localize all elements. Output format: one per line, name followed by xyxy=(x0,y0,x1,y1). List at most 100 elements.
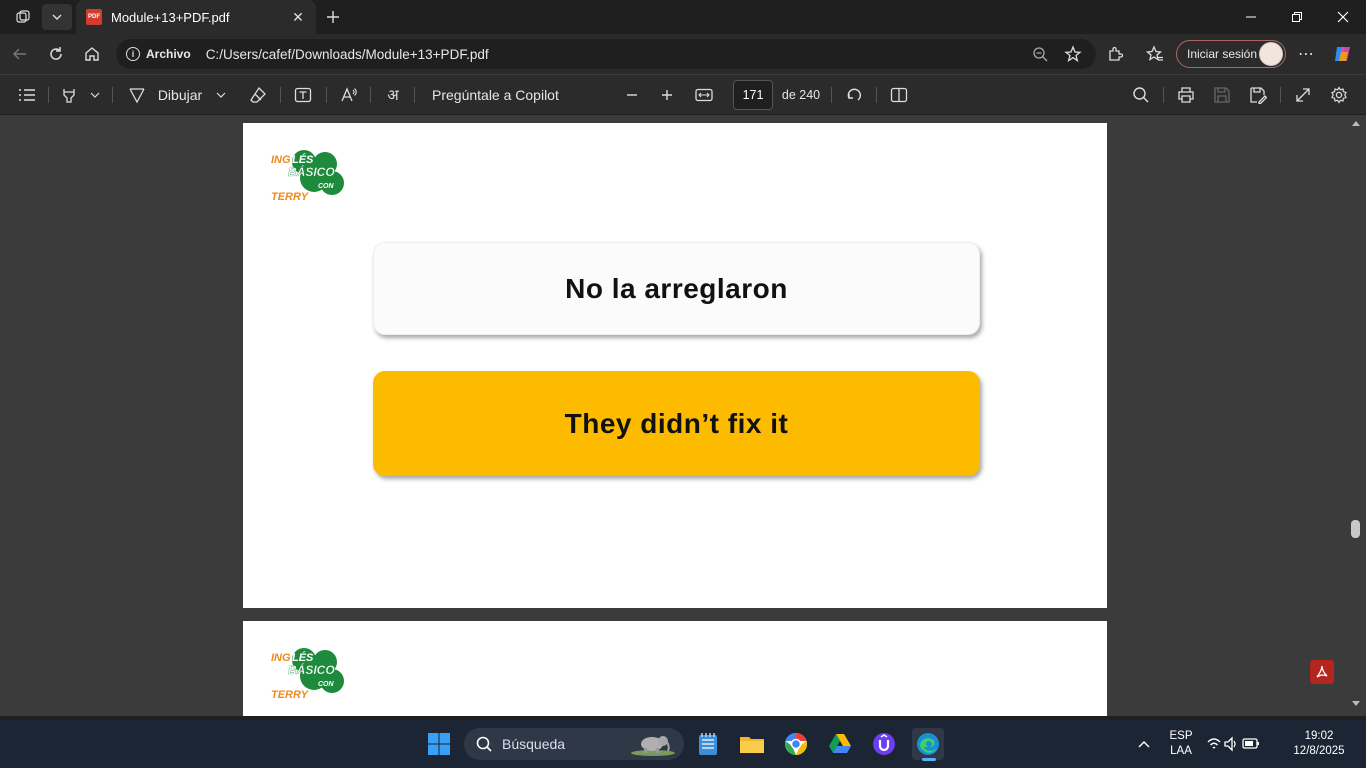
keyboard-layout: LAA xyxy=(1170,745,1192,757)
zoom-icon[interactable] xyxy=(1032,46,1048,67)
eraser-icon[interactable] xyxy=(246,81,270,109)
wifi-icon xyxy=(1207,738,1221,749)
show-hidden-icons-chevron-icon[interactable] xyxy=(1128,728,1160,760)
divider xyxy=(414,87,415,103)
draw-dropdown-chevron-icon[interactable] xyxy=(212,81,230,109)
divider xyxy=(112,87,113,103)
scroll-down-arrow-icon[interactable] xyxy=(1351,700,1361,708)
svg-text:BÁSICO: BÁSICO xyxy=(288,662,335,677)
url-text[interactable]: C:/Users/cafef/Downloads/Module+13+PDF.p… xyxy=(206,47,489,62)
microsoft-edge-icon[interactable] xyxy=(912,728,944,761)
save-icon[interactable] xyxy=(1209,81,1235,109)
google-chrome-icon[interactable] xyxy=(780,728,812,760)
favorite-star-icon[interactable] xyxy=(1064,45,1082,68)
more-menu-icon[interactable]: ⋯ xyxy=(1291,40,1321,68)
scrollbar-thumb[interactable] xyxy=(1351,520,1360,538)
svg-text:TERRY: TERRY xyxy=(271,191,310,203)
tab-close-icon[interactable]: ✕ xyxy=(288,9,308,26)
scroll-up-arrow-icon[interactable] xyxy=(1351,119,1361,127)
pdf-page: ING LÉS BÁSICO CON TERRY No la arreglaro… xyxy=(243,123,1107,608)
print-icon[interactable] xyxy=(1173,81,1199,109)
copilot-icon[interactable] xyxy=(1328,40,1358,68)
input-language[interactable]: ESP LAA xyxy=(1164,729,1198,759)
avatar xyxy=(1259,42,1283,66)
page-number-input[interactable]: 171 xyxy=(733,80,773,110)
translate-icon[interactable]: अ xyxy=(380,81,406,109)
divider xyxy=(831,87,832,103)
volume-icon xyxy=(1224,736,1236,752)
url-field[interactable]: i Archivo C:/Users/cafef/Downloads/Modul… xyxy=(116,39,1096,69)
file-explorer-icon[interactable] xyxy=(736,728,768,760)
tab-pdf[interactable]: PDF Module+13+PDF.pdf ✕ xyxy=(76,0,316,34)
search-icon xyxy=(476,736,492,752)
workspaces-icon[interactable] xyxy=(8,4,38,30)
spanish-phrase-card: No la arreglaron xyxy=(373,242,980,335)
active-app-indicator xyxy=(922,758,936,761)
contents-list-icon[interactable] xyxy=(14,81,40,109)
taskbar: Búsqueda ESP LAA 19:02 12/8/2025 xyxy=(0,720,1366,768)
zoom-in-icon[interactable] xyxy=(654,81,680,109)
tab-title: Module+13+PDF.pdf xyxy=(111,9,230,25)
back-arrow-icon[interactable] xyxy=(5,40,35,68)
ask-copilot-button[interactable]: Pregúntale a Copilot xyxy=(424,81,574,109)
pdf-toolbar: Dibujar अ Pregúntale a Copilot 171 de 24… xyxy=(0,74,1366,114)
rotate-icon[interactable] xyxy=(841,81,867,109)
favorites-icon[interactable] xyxy=(1140,40,1170,68)
draw-icon[interactable] xyxy=(125,81,149,109)
english-phrase-card: They didn’t fix it xyxy=(373,371,980,476)
quick-settings[interactable] xyxy=(1205,728,1261,760)
site-info-icon[interactable]: i xyxy=(126,47,140,61)
address-source-label: Archivo xyxy=(146,47,191,61)
date: 12/8/2025 xyxy=(1293,745,1345,757)
close-window-button[interactable] xyxy=(1320,0,1366,34)
signin-button[interactable]: Iniciar sesión xyxy=(1176,40,1286,68)
refresh-icon[interactable] xyxy=(41,40,71,68)
address-bar: i Archivo C:/Users/cafef/Downloads/Modul… xyxy=(0,34,1366,74)
svg-text:CON: CON xyxy=(318,681,335,688)
divider xyxy=(1163,87,1164,103)
home-icon[interactable] xyxy=(77,40,107,68)
svg-text:BÁSICO: BÁSICO xyxy=(288,164,335,179)
pdf-page: ING LÉS BÁSICO CON TERRY xyxy=(243,621,1107,716)
pdf-file-icon: PDF xyxy=(86,9,102,25)
notepad-icon[interactable] xyxy=(692,728,724,760)
new-tab-icon[interactable] xyxy=(318,4,348,30)
tab-actions-chevron-icon[interactable] xyxy=(42,4,72,30)
page-view-icon[interactable] xyxy=(886,81,912,109)
clock[interactable]: 19:02 12/8/2025 xyxy=(1284,729,1354,759)
settings-gear-icon[interactable] xyxy=(1326,81,1352,109)
minimize-button[interactable] xyxy=(1228,0,1274,34)
language-code: ESP xyxy=(1169,730,1193,742)
find-search-icon[interactable] xyxy=(1128,81,1154,109)
draw-label[interactable]: Dibujar xyxy=(154,81,206,109)
ingles-basico-logo: ING LÉS BÁSICO CON TERRY xyxy=(271,648,344,701)
highlight-dropdown-chevron-icon[interactable] xyxy=(86,81,104,109)
fullscreen-icon[interactable] xyxy=(1290,81,1316,109)
acrobat-icon[interactable] xyxy=(1310,660,1334,684)
divider xyxy=(370,87,371,103)
divider xyxy=(48,87,49,103)
save-as-icon[interactable] xyxy=(1245,81,1271,109)
battery-icon xyxy=(1242,738,1259,749)
uptodown-icon[interactable] xyxy=(868,728,900,760)
svg-text:CON: CON xyxy=(318,183,335,190)
restore-button[interactable] xyxy=(1274,0,1320,34)
zoom-out-icon[interactable] xyxy=(619,81,645,109)
spanish-phrase-text: No la arreglaron xyxy=(565,272,788,304)
windows-start-icon[interactable] xyxy=(423,728,455,760)
highlight-icon[interactable] xyxy=(56,81,82,109)
ingles-basico-logo: ING LÉS BÁSICO CON TERRY xyxy=(271,150,344,203)
fit-width-icon[interactable] xyxy=(691,81,717,109)
signin-label: Iniciar sesión xyxy=(1187,47,1258,61)
read-aloud-icon[interactable] xyxy=(336,81,362,109)
vertical-scrollbar[interactable] xyxy=(1347,115,1366,716)
add-text-icon[interactable] xyxy=(290,81,316,109)
pdf-viewer[interactable]: ING LÉS BÁSICO CON TERRY No la arreglaro… xyxy=(0,115,1366,716)
english-phrase-text: They didn’t fix it xyxy=(564,407,789,439)
google-drive-icon[interactable] xyxy=(824,728,856,760)
title-bar: PDF Module+13+PDF.pdf ✕ xyxy=(0,0,1366,34)
taskbar-search[interactable]: Búsqueda xyxy=(464,728,684,760)
divider xyxy=(876,87,877,103)
extensions-icon[interactable] xyxy=(1100,40,1130,68)
search-placeholder: Búsqueda xyxy=(502,736,566,752)
